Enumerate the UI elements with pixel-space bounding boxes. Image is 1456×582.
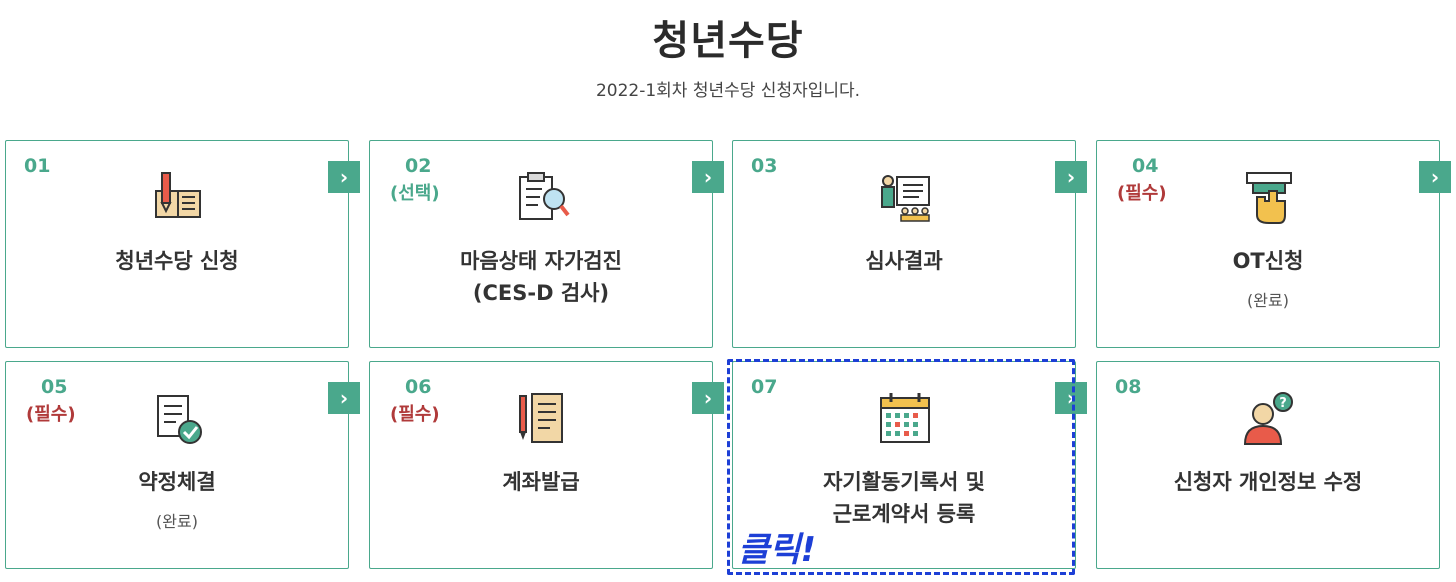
required-tag: (필수) [26,404,76,425]
page-subtitle: 2022-1회차 청년수당 신청자입니다. [595,81,861,101]
card-label: 약정체결 [138,470,216,494]
card-self-check[interactable]: 02 (선택) 마음상태 자가검진 (CES-D 검사) › [369,140,724,348]
hand-card-icon [1246,172,1292,224]
chevron-right-icon[interactable]: › [328,161,360,193]
status-text: (완료) [1247,291,1289,310]
chevron-right-icon[interactable]: › [692,161,724,193]
step-number: 08 [1115,376,1142,398]
card-label: OT신청 [1232,249,1304,273]
book-pencil-icon [155,172,201,218]
step-number: 06 [405,376,432,398]
step-number: 05 [41,376,68,398]
page-title: 청년수당 [652,18,804,64]
checklist-magnifier-icon [519,172,570,220]
svg-text:?: ? [1279,396,1287,411]
card-label: 심사결과 [865,249,943,273]
card-label: 마음상태 자가검진 [460,249,622,273]
required-tag: (필수) [390,404,440,425]
chevron-right-icon[interactable]: › [692,382,724,414]
card-label: 신청자 개인정보 수정 [1173,470,1363,494]
presentation-board-icon [881,175,930,222]
card-ot-apply[interactable]: 04 (필수) OT신청 (완료) › [1096,140,1451,348]
card-label: 계좌발급 [502,470,580,494]
card-review-result[interactable]: 03 심사결과 › [732,140,1087,348]
step-number: 03 [751,155,778,177]
step-number: 04 [1132,155,1159,177]
chevron-right-icon[interactable]: › [1055,161,1087,193]
document-check-icon [157,395,202,444]
chevron-right-icon[interactable]: › [1419,161,1451,193]
required-tag: (필수) [1117,183,1167,204]
user-question-icon: ? [1243,392,1293,445]
card-label-line2: (CES-D 검사) [472,281,610,305]
card-account-issue[interactable]: 06 (필수) 계좌발급 › [369,361,724,569]
card-label: 청년수당 신청 [115,249,239,273]
card-agreement[interactable]: 05 (필수) 약정체결 (완료) › [5,361,360,569]
optional-tag: (선택) [390,183,440,204]
card-youth-allowance-apply[interactable]: 01 청년수당 신청 › [5,140,360,348]
card-edit-personal-info[interactable]: 08 ? 신청자 개인정보 수정 [1096,361,1440,569]
step-number: 01 [24,155,51,177]
step-number: 02 [405,155,432,177]
chevron-right-icon[interactable]: › [328,382,360,414]
click-annotation: 클릭! [738,530,817,570]
status-text: (완료) [156,512,198,531]
pen-receipt-icon [519,393,563,443]
